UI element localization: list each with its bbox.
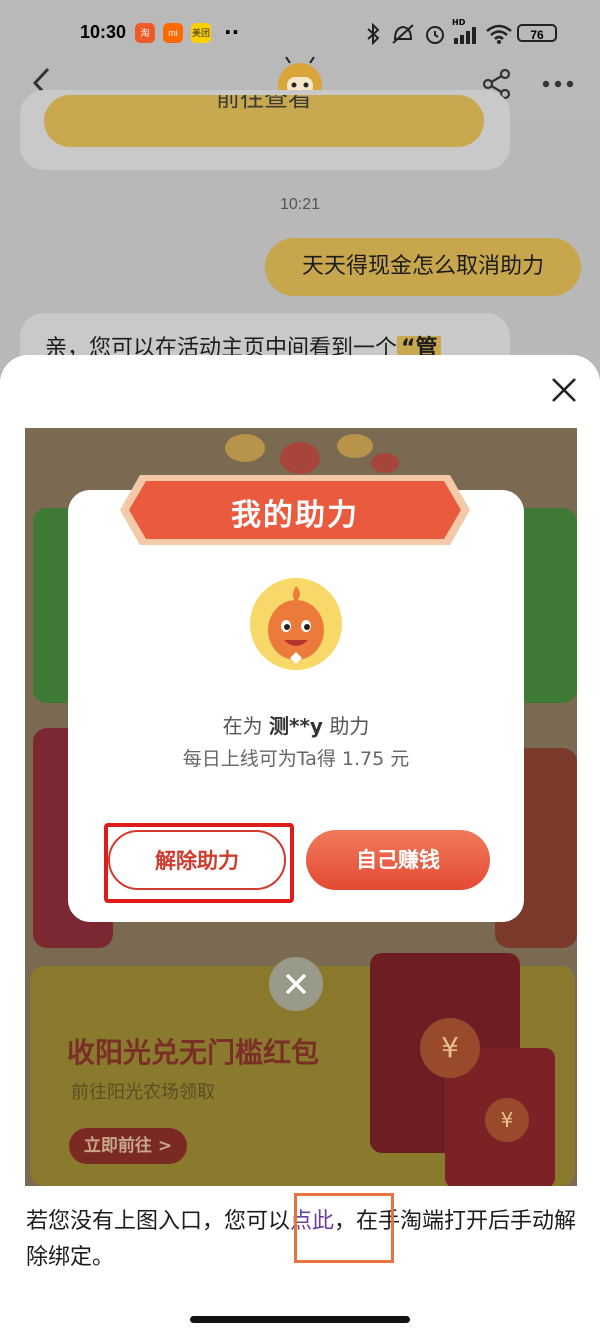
dialog-close-icon — [269, 957, 323, 1011]
more-notifications: ·· — [224, 20, 240, 44]
highlight-frame — [294, 1193, 394, 1263]
bluetooth-icon — [367, 23, 380, 45]
goto-view-button[interactable]: 前往查看 — [44, 95, 484, 147]
highlight-frame — [104, 823, 294, 903]
signal-icon — [454, 27, 476, 44]
close-icon[interactable] — [548, 374, 580, 406]
helping-text: 在为 测**y 助力 — [222, 714, 370, 738]
dialog-title: 我的助力 — [231, 498, 359, 533]
home-indicator[interactable] — [190, 1316, 410, 1323]
more-icon[interactable] — [541, 78, 575, 90]
status-time: 10:30 — [80, 22, 127, 42]
battery-indicator: 76 — [517, 24, 557, 42]
yen-icon: ¥ — [485, 1098, 529, 1142]
coins-decoration — [225, 434, 399, 474]
promo-go-button: 立即前往 > — [69, 1128, 187, 1164]
earn-myself-button: 自己赚钱 — [306, 830, 490, 890]
yen-icon: ¥ — [420, 1018, 480, 1078]
daily-earn-text: 每日上线可为Ta得 1.75 元 — [182, 748, 410, 770]
taobao-icon: 淘 — [135, 23, 155, 43]
user-message: 天天得现金怎么取消助力 — [265, 238, 581, 296]
avatar — [250, 578, 342, 670]
mute-icon — [392, 24, 414, 44]
promo-title: 收阳光兑无门槛红包 — [67, 1036, 320, 1069]
alarm-icon — [426, 26, 444, 44]
meituan-icon: 美团 — [191, 23, 211, 43]
mi-icon: mi — [163, 23, 183, 43]
wifi-icon — [486, 24, 512, 44]
chat-timestamp: 10:21 — [279, 196, 321, 213]
promo-subtitle: 前往阳光农场领取 — [71, 1082, 215, 1103]
